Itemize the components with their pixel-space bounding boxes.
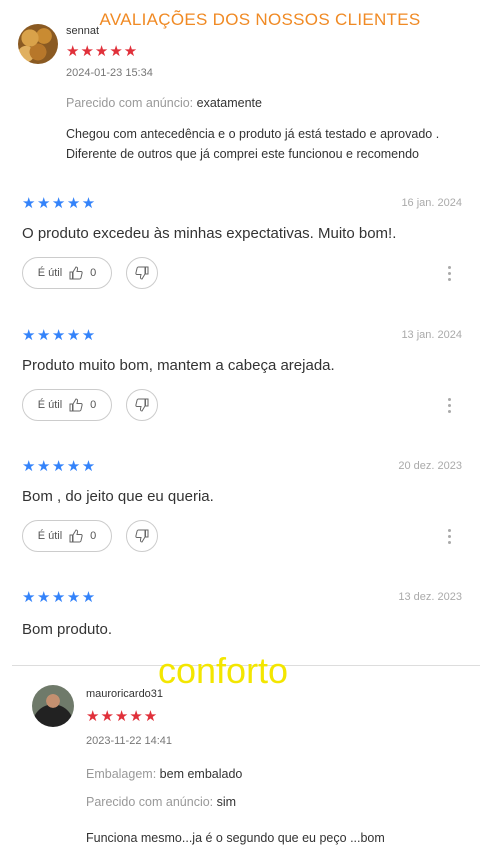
- thumbs-down-icon: [135, 266, 149, 280]
- review-text: Funciona mesmo...ja é o segundo que eu p…: [86, 831, 385, 845]
- rating-stars: ★★★★★: [22, 589, 97, 606]
- review-datetime: 2023-11-22 14:41: [86, 735, 173, 747]
- more-vert-icon[interactable]: [448, 263, 452, 284]
- review-text: Chegou com antecedência e o produto já e…: [66, 124, 439, 164]
- useful-label: É útil: [37, 530, 63, 542]
- reviews-banner-title: AVALIAÇÕES DOS NOSSOS CLIENTES: [99, 10, 421, 29]
- useful-button[interactable]: É útil 0: [22, 520, 112, 552]
- useful-button[interactable]: É útil 0: [22, 257, 112, 289]
- watermark-caption: conforto: [158, 650, 289, 691]
- rating-stars: ★★★★★: [22, 458, 97, 475]
- review-date: 16 jan. 2024: [401, 197, 462, 209]
- useful-button[interactable]: É útil 0: [22, 389, 112, 421]
- useful-count: 0: [90, 267, 97, 279]
- review-text: Produto muito bom, mantem a cabeça areja…: [22, 357, 335, 374]
- review-text: O produto excedeu às minhas expectativas…: [22, 225, 397, 242]
- review-item: ★★★★★ 20 dez. 2023 Bom , do jeito que eu…: [22, 457, 462, 557]
- not-useful-button[interactable]: [126, 520, 158, 552]
- attr-key: Parecido com anúncio:: [66, 96, 194, 110]
- attr-key: Parecido com anúncio:: [86, 795, 214, 809]
- review-item: ★★★★★ 13 dez. 2023 Bom produto.: [22, 588, 462, 648]
- review-date: 20 dez. 2023: [398, 460, 462, 472]
- similar-attribute: Parecido com anúncio: exatamente: [66, 96, 262, 110]
- useful-count: 0: [90, 530, 97, 542]
- similar-attribute: Parecido com anúncio: sim: [86, 795, 236, 809]
- review-item: ★★★★★ 13 jan. 2024 Produto muito bom, ma…: [22, 326, 462, 426]
- useful-label: É útil: [37, 399, 63, 411]
- rating-stars: ★★★★★: [22, 327, 97, 344]
- useful-count: 0: [90, 399, 97, 411]
- thumbs-up-icon: [69, 529, 83, 543]
- not-useful-button[interactable]: [126, 389, 158, 421]
- review-text-line: Diferente de outros que já comprei este …: [66, 147, 419, 161]
- thumbs-up-icon: [69, 266, 83, 280]
- rating-stars: ★★★★★: [86, 708, 159, 725]
- attr-value: bem embalado: [159, 767, 243, 781]
- more-vert-icon[interactable]: [448, 395, 452, 416]
- packaging-attribute: Embalagem: bem embalado: [86, 767, 242, 781]
- rating-stars: ★★★★★: [22, 195, 97, 212]
- review-date: 13 dez. 2023: [398, 591, 462, 603]
- attr-value: exatamente: [196, 96, 262, 110]
- thumbs-down-icon: [135, 529, 149, 543]
- rating-stars: ★★★★★: [66, 43, 139, 60]
- review-text: Bom , do jeito que eu queria.: [22, 488, 214, 505]
- review-text: Bom produto.: [22, 621, 113, 638]
- avatar: [32, 685, 74, 727]
- review-text-line: Chegou com antecedência e o produto já e…: [66, 127, 440, 141]
- review-datetime: 2024-01-23 15:34: [66, 67, 153, 79]
- more-vert-icon[interactable]: [448, 526, 452, 547]
- review-item: ★★★★★ 16 jan. 2024 O produto excedeu às …: [22, 194, 462, 294]
- attr-value: sim: [216, 795, 237, 809]
- review-date: 13 jan. 2024: [401, 329, 462, 341]
- attr-key: Embalagem:: [86, 767, 157, 781]
- thumbs-up-icon: [69, 398, 83, 412]
- review-username: mauroricardo31: [86, 688, 164, 700]
- not-useful-button[interactable]: [126, 257, 158, 289]
- thumbs-down-icon: [135, 398, 149, 412]
- avatar: [18, 24, 58, 64]
- useful-label: É útil: [37, 267, 63, 279]
